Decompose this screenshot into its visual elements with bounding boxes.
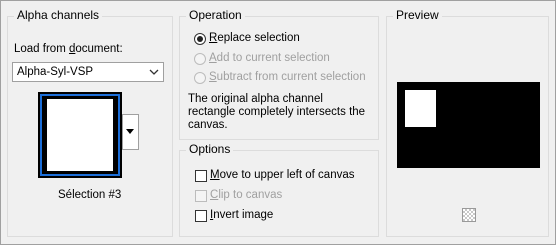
chevron-down-icon — [149, 69, 159, 75]
add-to-selection-radio[interactable] — [194, 53, 206, 65]
replace-selection-radio[interactable] — [194, 33, 206, 45]
thumbnail-selection-highlight — [40, 94, 120, 176]
operation-title: Operation — [186, 8, 245, 22]
checkerboard-icon[interactable] — [462, 208, 476, 222]
clip-to-canvas-label[interactable]: Clip to canvas — [210, 189, 282, 201]
replace-selection-label[interactable]: Replace selection — [209, 32, 300, 44]
triangle-down-icon — [126, 129, 134, 134]
radio-selected-dot — [197, 36, 203, 42]
move-to-upper-left-checkbox[interactable] — [195, 170, 207, 182]
thumbnail-image — [47, 99, 113, 171]
invert-image-label[interactable]: Invert image — [210, 209, 273, 221]
subtract-from-selection-label[interactable]: Subtract from current selection — [209, 71, 366, 83]
thumbnail-dropdown-button[interactable] — [122, 114, 139, 150]
add-to-selection-label[interactable]: Add to current selection — [209, 52, 330, 64]
document-dropdown[interactable]: Alpha-Syl-VSP — [12, 62, 164, 82]
selection-name: Sélection #3 — [58, 189, 122, 201]
preview-title: Preview — [393, 8, 442, 22]
clip-to-canvas-checkbox[interactable] — [195, 190, 207, 202]
subtract-from-selection-radio[interactable] — [194, 72, 206, 84]
options-title: Options — [186, 142, 234, 156]
invert-image-checkbox[interactable] — [195, 210, 207, 222]
alpha-channels-title: Alpha channels — [14, 8, 103, 22]
load-from-document-label: Load from document: — [14, 43, 123, 55]
move-to-upper-left-label[interactable]: Move to upper left of canvas — [210, 169, 354, 181]
preview-selection-rect — [405, 90, 436, 127]
document-dropdown-value: Alpha-Syl-VSP — [17, 66, 94, 78]
preview-canvas — [397, 82, 540, 168]
intersection-message: The original alpha channel rectangle com… — [188, 93, 366, 131]
alpha-channel-thumbnail[interactable] — [38, 92, 122, 178]
